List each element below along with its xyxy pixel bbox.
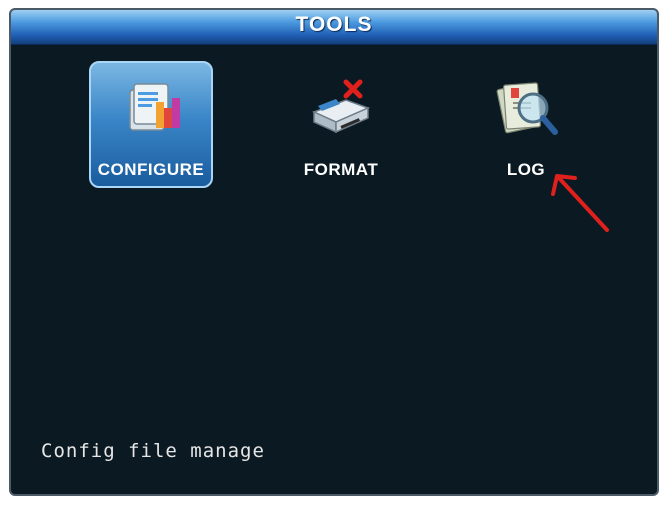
configure-icon bbox=[129, 83, 180, 131]
log-icon bbox=[496, 82, 558, 135]
title-bar: TOOLS bbox=[11, 10, 657, 45]
format-icon bbox=[312, 79, 371, 134]
format-button[interactable]: FORMAT bbox=[271, 60, 411, 195]
window-title: TOOLS bbox=[295, 13, 373, 36]
annotation-arrow-icon bbox=[551, 174, 609, 232]
format-label: FORMAT bbox=[303, 160, 379, 179]
configure-button[interactable]: CONFIGURE bbox=[81, 60, 221, 195]
status-text: Config file manage bbox=[41, 440, 265, 462]
tools-window: TOOLS CONFIGURE FORMAT LOG Config file m… bbox=[9, 8, 659, 496]
configure-label: CONFIGURE bbox=[97, 160, 205, 179]
